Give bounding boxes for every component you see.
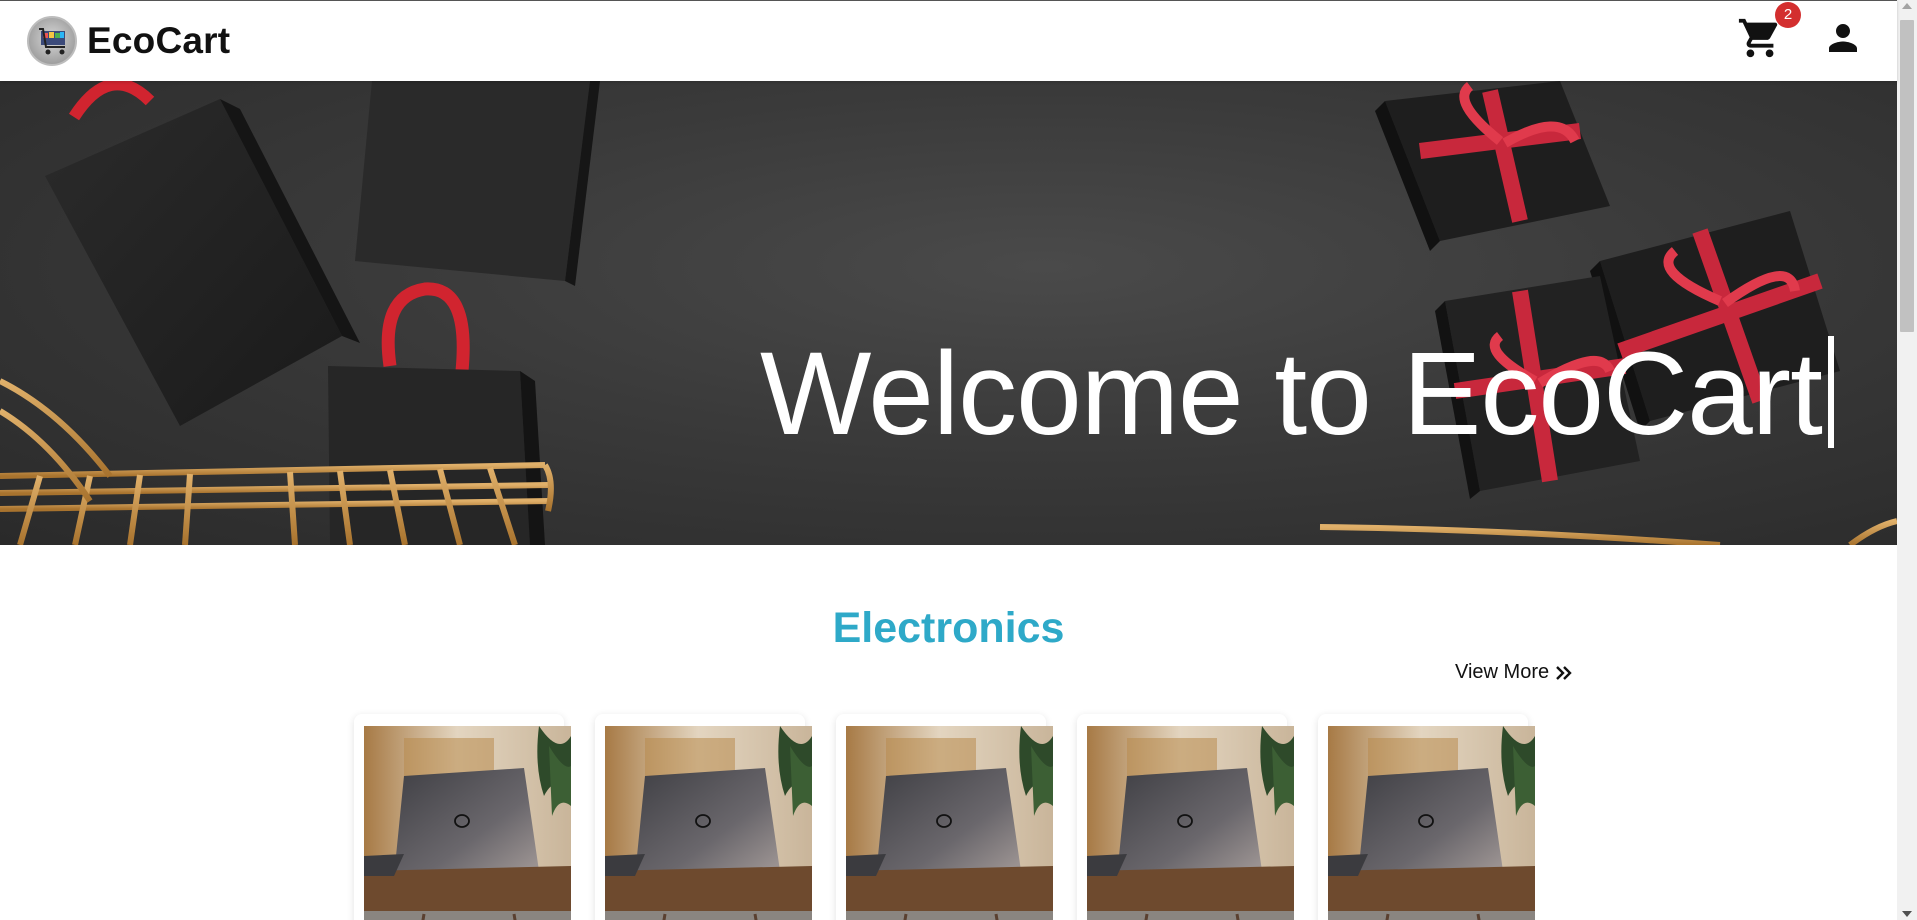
hero-banner: Welcome to EcoCart [0, 81, 1897, 545]
scroll-thumb[interactable] [1900, 20, 1914, 332]
hero-title-text: Welcome to EcoCart [760, 328, 1823, 460]
laptop-image [605, 726, 812, 920]
product-card[interactable] [836, 714, 1053, 920]
product-card-list [354, 714, 1544, 920]
hero-title: Welcome to EcoCart [760, 326, 1834, 462]
scroll-down-arrow-icon[interactable] [1902, 911, 1912, 917]
cart-button[interactable]: 2 [1737, 2, 1801, 61]
typing-caret [1827, 336, 1834, 448]
view-more-link[interactable]: View More [1455, 661, 1573, 684]
product-card[interactable] [1318, 714, 1535, 920]
shopping-cart-logo-icon [27, 16, 77, 66]
double-chevron-right-icon [1556, 665, 1572, 680]
account-button[interactable] [1822, 17, 1864, 59]
brand-home-link[interactable]: EcoCart [27, 16, 230, 66]
laptop-image [364, 726, 571, 920]
brand-name: EcoCart [87, 20, 231, 61]
top-navbar: EcoCart 2 [0, 0, 1897, 81]
view-more-label: View More [1455, 661, 1550, 683]
scroll-up-arrow-icon[interactable] [1902, 3, 1912, 9]
laptop-image [1087, 726, 1294, 920]
cart-count-badge: 2 [1775, 2, 1801, 28]
product-card[interactable] [595, 714, 812, 920]
product-card[interactable] [354, 714, 571, 920]
hero-shopping-bags-image [0, 81, 1897, 545]
laptop-image [846, 726, 1053, 920]
laptop-image [1328, 726, 1535, 920]
product-card[interactable] [1077, 714, 1294, 920]
section-title: Electronics [832, 604, 1065, 652]
user-icon [1829, 24, 1857, 52]
page-scrollbar[interactable] [1897, 0, 1917, 920]
